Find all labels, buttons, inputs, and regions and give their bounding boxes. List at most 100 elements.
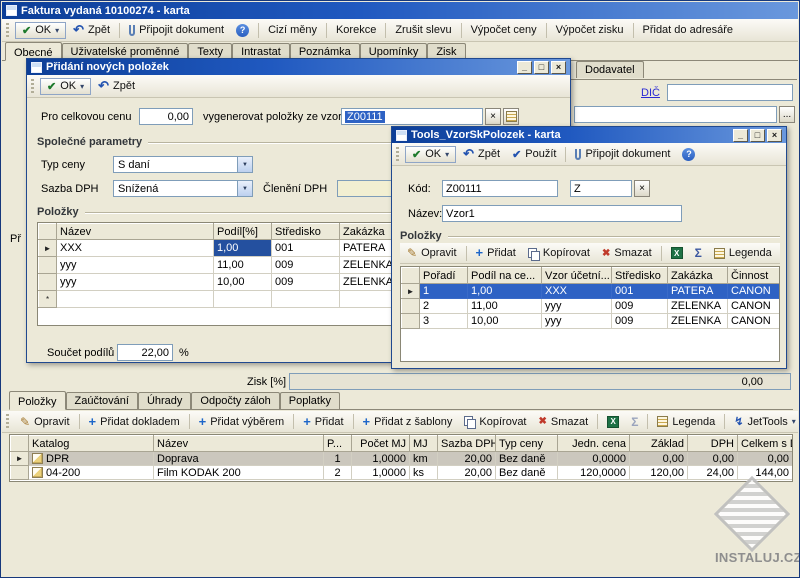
table-cell[interactable]: 10,00 — [214, 274, 272, 291]
copy-item-button[interactable]: Kopírovat — [459, 414, 531, 430]
table-cell[interactable]: PATERA — [668, 284, 728, 299]
vat-rate-select[interactable]: Snížená ▼ — [113, 180, 253, 197]
help-button[interactable]: ? — [677, 146, 700, 163]
table-cell[interactable]: 1,0000 — [352, 452, 410, 466]
table-cell[interactable]: 009 — [612, 314, 668, 329]
add-item-button[interactable]: + Přidat — [298, 414, 348, 430]
toolbar-grip[interactable] — [6, 23, 9, 38]
column-header[interactable]: Typ ceny — [496, 436, 558, 452]
table-cell[interactable]: DPR — [29, 452, 154, 466]
minimize-button[interactable]: _ — [517, 61, 532, 74]
table-cell[interactable]: 1 — [324, 452, 352, 466]
jettools-button[interactable]: ↯ JetTools ▾ — [729, 413, 800, 430]
table-cell[interactable]: Doprava — [154, 452, 324, 466]
row-selector[interactable] — [11, 466, 29, 480]
table-cell[interactable] — [272, 291, 340, 308]
column-header[interactable]: Název — [154, 436, 324, 452]
row-selector-header[interactable] — [11, 436, 29, 452]
row-selector[interactable]: ► — [402, 284, 420, 299]
name-input[interactable]: Vzor1 — [442, 205, 682, 222]
add-item-button[interactable]: + Přidat — [471, 245, 521, 261]
ok-button[interactable]: ✔ OK ▾ — [40, 78, 91, 95]
code-suffix-input[interactable]: Z — [570, 180, 632, 197]
tab-zauctovani[interactable]: Zaúčtování — [66, 392, 138, 409]
ok-button[interactable]: ✔ OK ▾ — [405, 146, 456, 163]
delete-item-button[interactable]: ✖ Smazat — [534, 414, 594, 430]
table-cell[interactable] — [214, 291, 272, 308]
column-header[interactable]: Vzor účetní... — [542, 268, 612, 284]
supplier-address-input[interactable] — [574, 106, 777, 123]
column-header[interactable]: MJ — [410, 436, 438, 452]
help-button[interactable]: ? — [231, 22, 254, 39]
table-row[interactable]: 2 11,00 yyy 009 ZELENKA CANON — [402, 299, 780, 314]
column-header[interactable]: Pořadí — [420, 268, 468, 284]
price-type-select[interactable]: S daní ▼ — [113, 156, 253, 173]
add-from-template-button[interactable]: + Přidat z šablony — [358, 414, 458, 430]
table-cell[interactable]: 0,00 — [630, 452, 688, 466]
dic-link[interactable]: DIČ — [641, 87, 660, 99]
edit-item-button[interactable]: ✎ Opravit — [15, 413, 75, 431]
tools-titlebar[interactable]: Tools_VzorSkPolozek - karta _ □ × — [392, 127, 786, 143]
browse-button[interactable]: ... — [779, 106, 795, 123]
minimize-button[interactable]: _ — [733, 129, 748, 142]
sum-button[interactable]: Σ — [626, 413, 643, 431]
new-row-marker[interactable]: * — [39, 291, 57, 308]
table-cell[interactable]: 20,00 — [438, 466, 496, 480]
tab-poplatky[interactable]: Poplatky — [280, 392, 340, 409]
back-button[interactable]: ↶ Zpět — [93, 78, 140, 94]
correction-button[interactable]: Korekce — [331, 22, 381, 38]
table-row[interactable]: 04-200 Film KODAK 200 2 1,0000 ks 20,00 … — [11, 466, 793, 480]
template-code-input[interactable]: Z00111 — [341, 108, 483, 125]
table-row[interactable]: 3 10,00 yyy 009 ZELENKA CANON — [402, 314, 780, 329]
table-cell[interactable]: 04-200 — [29, 466, 154, 480]
column-header[interactable]: Katalog — [29, 436, 154, 452]
table-cell[interactable]: 2 — [324, 466, 352, 480]
toolbar-grip[interactable] — [31, 79, 34, 94]
table-cell[interactable]: km — [410, 452, 438, 466]
column-header[interactable]: Jedn. cena — [558, 436, 630, 452]
table-cell[interactable]: 009 — [272, 274, 340, 291]
row-selector-header[interactable] — [402, 268, 420, 284]
row-selector-header[interactable] — [39, 224, 57, 240]
table-cell[interactable]: yyy — [542, 314, 612, 329]
column-header[interactable]: Činnost — [728, 268, 780, 284]
tab-dodavatel[interactable]: Dodavatel — [576, 61, 644, 78]
toolbar-grip[interactable] — [6, 414, 9, 429]
table-row-selected[interactable]: ► 1 1,00 XXX 001 PATERA CANON — [402, 284, 780, 299]
column-header[interactable]: Základ — [630, 436, 688, 452]
toolbar-grip[interactable] — [396, 147, 399, 162]
column-header[interactable]: Počet MJ — [352, 436, 410, 452]
add-to-addressbook-button[interactable]: Přidat do adresáře — [638, 22, 739, 38]
legend-button[interactable]: Legenda — [709, 245, 777, 261]
column-header[interactable]: Středisko — [612, 268, 668, 284]
table-cell[interactable]: ks — [410, 466, 438, 480]
table-cell[interactable]: 1,00 — [468, 284, 542, 299]
table-cell[interactable]: 0,00 — [738, 452, 793, 466]
tab-polozky[interactable]: Položky — [9, 391, 66, 410]
table-cell[interactable]: 11,00 — [468, 299, 542, 314]
row-selector[interactable] — [39, 274, 57, 291]
table-cell[interactable]: yyy — [57, 274, 214, 291]
table-cell[interactable]: 009 — [612, 299, 668, 314]
ok-button[interactable]: ✔ OK ▾ — [15, 22, 66, 39]
column-header[interactable]: Středisko — [272, 224, 340, 240]
table-cell[interactable]: XXX — [57, 240, 214, 257]
table-cell[interactable]: ZELENKA — [668, 314, 728, 329]
clear-code-button[interactable]: × — [634, 180, 650, 197]
row-selector[interactable] — [39, 257, 57, 274]
table-cell[interactable]: 001 — [612, 284, 668, 299]
apply-button[interactable]: ✔ Použít — [507, 146, 561, 163]
export-excel-button[interactable]: X — [666, 245, 688, 261]
table-cell[interactable]: 2 — [420, 299, 468, 314]
column-header[interactable]: P... — [324, 436, 352, 452]
dic-input[interactable] — [667, 84, 793, 101]
price-calculation-button[interactable]: Výpočet ceny — [466, 22, 542, 38]
attach-document-button[interactable]: Připojit dokument — [570, 146, 675, 162]
sum-button[interactable]: Σ — [690, 244, 707, 262]
table-cell[interactable]: 10,00 — [468, 314, 542, 329]
edit-item-button[interactable]: ✎ Opravit — [402, 244, 462, 262]
add-by-document-button[interactable]: + Přidat dokladem — [84, 414, 185, 430]
legend-button[interactable]: Legenda — [652, 414, 720, 430]
attach-document-button[interactable]: Připojit dokument — [124, 22, 229, 38]
maximize-button[interactable]: □ — [750, 129, 765, 142]
